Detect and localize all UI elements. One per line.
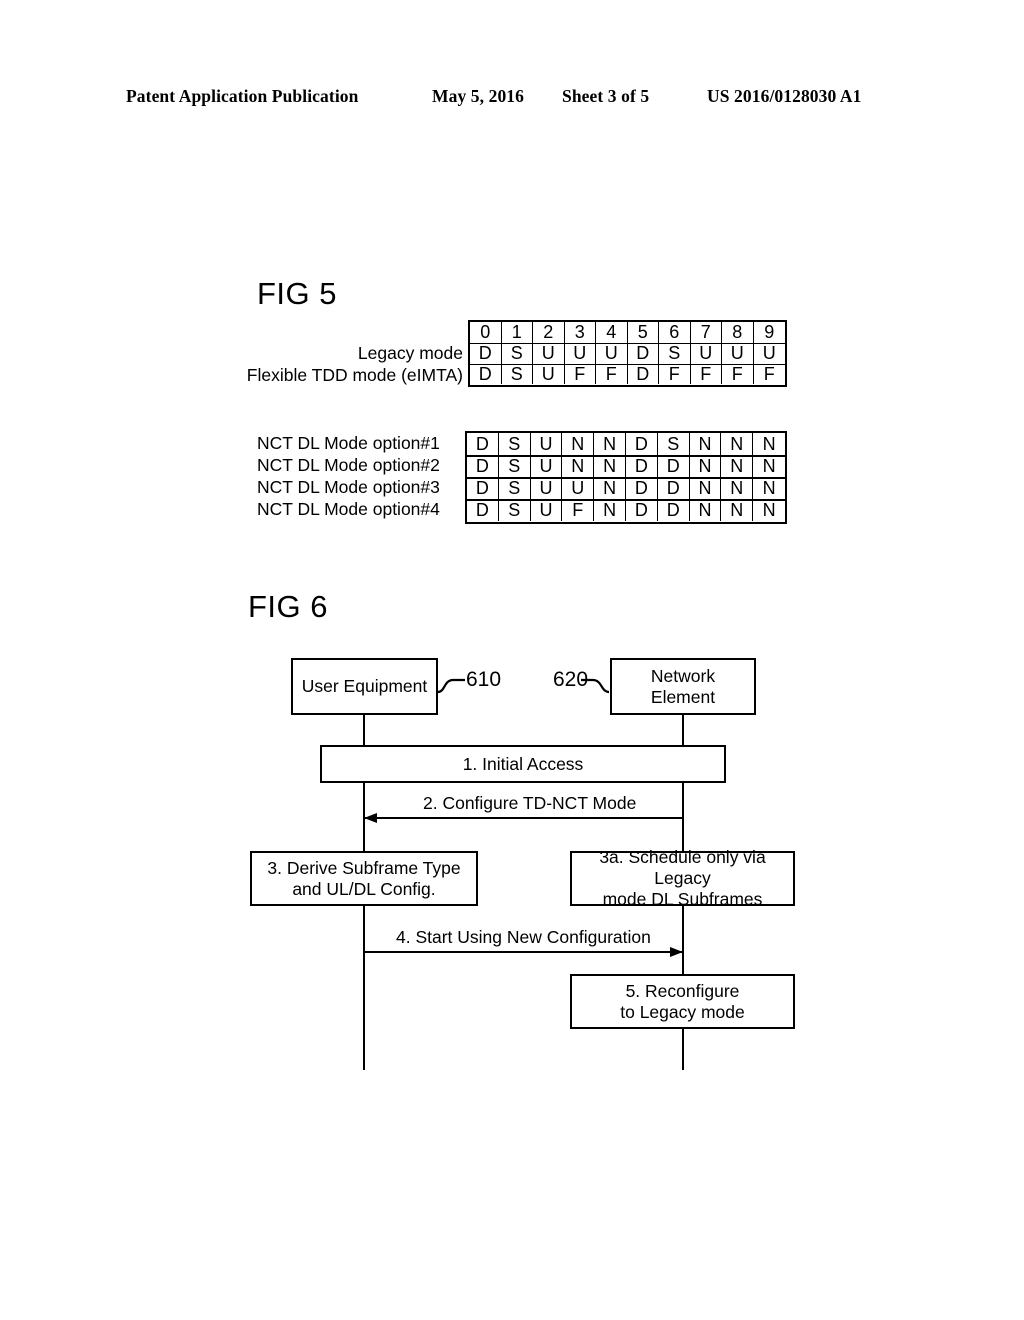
message-arrow-start-new-configuration xyxy=(364,951,683,954)
step-box-initial-access: 1. Initial Access xyxy=(320,745,726,783)
arrow-head-start-new-configuration xyxy=(670,946,683,957)
step-label-reconfigure-line1: 5. Reconfigure xyxy=(625,980,740,1001)
reference-numeral-620: 620 xyxy=(553,668,589,691)
actor-label-network-element-line2: Element xyxy=(650,686,716,707)
step-label-schedule-line2: mode DL Subframes xyxy=(602,889,763,909)
step-label-schedule-line1: 3a. Schedule only via Legacy xyxy=(599,847,766,888)
actor-label-user-equipment: User Equipment xyxy=(301,676,428,696)
message-label-start-new-configuration: 4. Start Using New Configuration xyxy=(392,927,655,947)
message-arrow-configure-td-nct xyxy=(364,817,683,820)
leader-line-610 xyxy=(437,678,465,694)
step-label-derive-line2: and UL/DL Config. xyxy=(292,878,436,899)
step-label-reconfigure-line2: to Legacy mode xyxy=(620,1001,745,1022)
actor-box-user-equipment: User Equipment xyxy=(291,658,438,715)
actor-label-network-element-line1: Network xyxy=(650,665,716,686)
actor-box-network-element: Network Element xyxy=(610,658,756,715)
step-label-derive-line1: 3. Derive Subframe Type xyxy=(267,857,461,878)
step-box-schedule-legacy-dl-subframes: 3a. Schedule only via Legacy mode DL Sub… xyxy=(570,847,795,909)
arrow-head-configure-td-nct xyxy=(364,812,377,823)
step-label-initial-access: 1. Initial Access xyxy=(462,753,584,774)
message-label-configure-td-nct: 2. Configure TD-NCT Mode xyxy=(419,793,641,813)
step-box-derive-subframe-type: 3. Derive Subframe Type and UL/DL Config… xyxy=(250,851,478,906)
reference-numeral-610: 610 xyxy=(466,668,502,691)
step-box-reconfigure-to-legacy-mode: 5. Reconfigure to Legacy mode xyxy=(570,974,795,1029)
figure-6-title: FIG 6 xyxy=(248,589,329,624)
figure-6: FIG 6 User Equipment Network Element 610… xyxy=(0,0,1024,1320)
